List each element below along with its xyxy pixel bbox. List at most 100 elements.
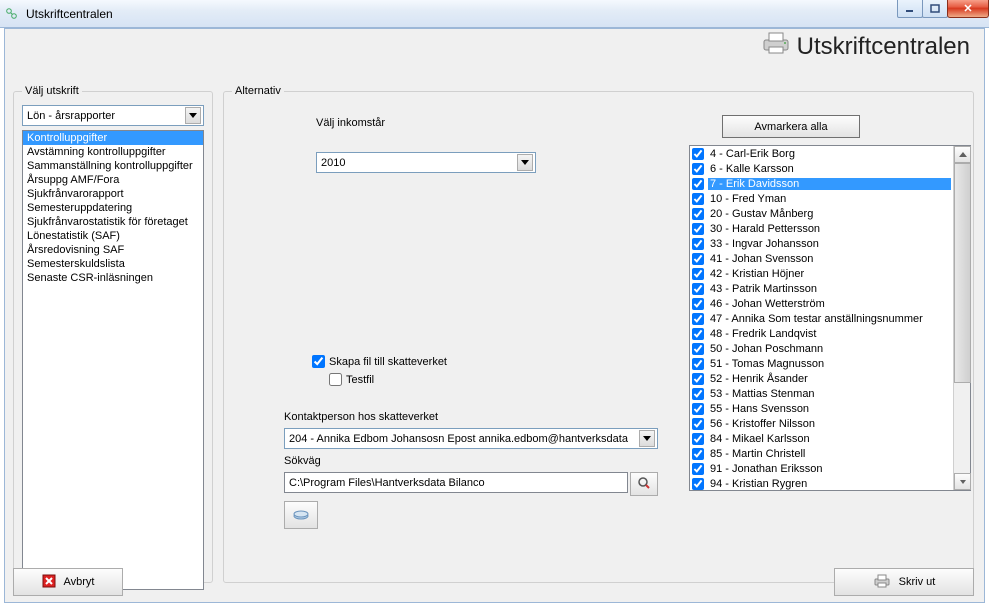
close-button[interactable]: ✕ [947, 0, 989, 18]
report-list-item[interactable]: Årsredovisning SAF [23, 243, 203, 257]
employee-checkbox[interactable] [692, 433, 704, 445]
employee-row[interactable]: 42 - Kristian Höjner [690, 266, 953, 281]
employee-row[interactable]: 94 - Kristian Rygren [690, 476, 953, 490]
employee-row[interactable]: 84 - Mikael Karlsson [690, 431, 953, 446]
path-label: Sökväg [284, 455, 321, 467]
employee-checkbox[interactable] [692, 238, 704, 250]
employee-checkbox[interactable] [692, 253, 704, 265]
scroll-up-button[interactable] [954, 146, 971, 163]
employee-row[interactable]: 10 - Fred Yman [690, 191, 953, 206]
browse-button[interactable] [630, 472, 658, 496]
disk-icon [292, 507, 310, 524]
employee-checkbox[interactable] [692, 373, 704, 385]
employee-row[interactable]: 6 - Kalle Karsson [690, 161, 953, 176]
contact-dropdown[interactable]: 204 - Annika Edbom Johansosn Epost annik… [284, 428, 658, 449]
report-list-item[interactable]: Kontrolluppgifter [23, 131, 203, 145]
report-listbox[interactable]: KontrolluppgifterAvstämning kontrolluppg… [22, 130, 204, 590]
employee-row[interactable]: 30 - Harald Pettersson [690, 221, 953, 236]
employee-checkbox[interactable] [692, 208, 704, 220]
employee-label: 10 - Fred Yman [708, 193, 951, 205]
employee-checkbox[interactable] [692, 178, 704, 190]
employee-label: 91 - Jonathan Eriksson [708, 463, 951, 475]
employee-row[interactable]: 47 - Annika Som testar anställningsnumme… [690, 311, 953, 326]
employee-checkbox[interactable] [692, 193, 704, 205]
employee-checkbox[interactable] [692, 388, 704, 400]
report-list-item[interactable]: Semesteruppdatering [23, 201, 203, 215]
employee-row[interactable]: 55 - Hans Svensson [690, 401, 953, 416]
print-button[interactable]: Skriv ut [834, 568, 974, 596]
report-list-item[interactable]: Sjukfrånvarostatistik för företaget [23, 215, 203, 229]
path-input[interactable] [284, 472, 628, 493]
employee-checkbox[interactable] [692, 328, 704, 340]
employee-checkbox[interactable] [692, 403, 704, 415]
employee-row[interactable]: 7 - Erik Davidsson [690, 176, 953, 191]
employee-checkbox[interactable] [692, 463, 704, 475]
employee-row[interactable]: 50 - Johan Poschmann [690, 341, 953, 356]
employee-row[interactable]: 48 - Fredrik Landqvist [690, 326, 953, 341]
employee-row[interactable]: 51 - Tomas Magnusson [690, 356, 953, 371]
create-file-label: Skapa fil till skatteverket [329, 356, 447, 368]
report-category-value: Lön - årsrapporter [27, 110, 115, 122]
employee-checkbox[interactable] [692, 358, 704, 370]
employee-checkbox[interactable] [692, 298, 704, 310]
employee-row[interactable]: 20 - Gustav Månberg [690, 206, 953, 221]
employee-row[interactable]: 56 - Kristoffer Nilsson [690, 416, 953, 431]
employee-checkbox[interactable] [692, 343, 704, 355]
employee-checkbox[interactable] [692, 148, 704, 160]
dropdown-arrow-icon [185, 107, 201, 124]
report-list-item[interactable]: Semesterskuldslista [23, 257, 203, 271]
scroll-down-button[interactable] [954, 473, 971, 490]
report-list-item[interactable]: Sjukfrånvarorapport [23, 187, 203, 201]
employee-row[interactable]: 43 - Patrik Martinsson [690, 281, 953, 296]
search-icon [637, 476, 651, 493]
contact-value: 204 - Annika Edbom Johansosn Epost annik… [289, 433, 628, 445]
report-list-item[interactable]: Sammanställning kontrolluppgifter [23, 159, 203, 173]
page-title: Utskriftcentralen [797, 33, 970, 61]
employee-row[interactable]: 4 - Carl-Erik Borg [690, 146, 953, 161]
cancel-button[interactable]: Avbryt [13, 568, 123, 596]
create-file-input[interactable] [312, 355, 325, 368]
employee-checkbox[interactable] [692, 418, 704, 430]
employee-label: 30 - Harald Pettersson [708, 223, 951, 235]
employee-row[interactable]: 52 - Henrik Åsander [690, 371, 953, 386]
employee-checkbox[interactable] [692, 163, 704, 175]
report-list-item[interactable]: Avstämning kontrolluppgifter [23, 145, 203, 159]
save-file-button[interactable] [284, 501, 318, 529]
testfile-checkbox[interactable]: Testfil [329, 373, 374, 386]
testfile-label: Testfil [346, 374, 374, 386]
report-list-item[interactable]: Senaste CSR-inläsningen [23, 271, 203, 285]
employee-checkbox[interactable] [692, 268, 704, 280]
employee-row[interactable]: 33 - Ingvar Johansson [690, 236, 953, 251]
employee-checkbox[interactable] [692, 478, 704, 490]
minimize-button[interactable] [897, 0, 923, 18]
employee-label: 6 - Kalle Karsson [708, 163, 951, 175]
employee-label: 43 - Patrik Martinsson [708, 283, 951, 295]
year-dropdown[interactable]: 2010 [316, 152, 536, 173]
deselect-all-button[interactable]: Avmarkera alla [722, 115, 860, 138]
employee-row[interactable]: 46 - Johan Wetterström [690, 296, 953, 311]
window-buttons: ✕ [898, 0, 989, 18]
employee-label: 55 - Hans Svensson [708, 403, 951, 415]
employee-checkbox[interactable] [692, 283, 704, 295]
employee-checkbox[interactable] [692, 448, 704, 460]
report-list-item[interactable]: Årsuppg AMF/Fora [23, 173, 203, 187]
employee-checkbox[interactable] [692, 223, 704, 235]
employee-row[interactable]: 85 - Martin Christell [690, 446, 953, 461]
options-legend: Alternativ [232, 85, 284, 97]
report-list-item[interactable]: Lönestatistik (SAF) [23, 229, 203, 243]
create-file-checkbox[interactable]: Skapa fil till skatteverket [312, 355, 447, 368]
scroll-thumb[interactable] [954, 163, 971, 383]
testfile-input[interactable] [329, 373, 342, 386]
employee-row[interactable]: 91 - Jonathan Eriksson [690, 461, 953, 476]
maximize-button[interactable] [922, 0, 948, 18]
window-title: Utskriftcentralen [26, 7, 113, 21]
employee-checkbox[interactable] [692, 313, 704, 325]
employee-label: 33 - Ingvar Johansson [708, 238, 951, 250]
employee-list-body[interactable]: 4 - Carl-Erik Borg 6 - Kalle Karsson7 - E… [690, 146, 953, 490]
employee-row[interactable]: 41 - Johan Svensson [690, 251, 953, 266]
employee-label: 85 - Martin Christell [708, 448, 951, 460]
employee-label: 4 - Carl-Erik Borg [708, 148, 951, 160]
employee-row[interactable]: 53 - Mattias Stenman [690, 386, 953, 401]
scrollbar[interactable] [953, 146, 970, 490]
report-category-dropdown[interactable]: Lön - årsrapporter [22, 105, 204, 126]
